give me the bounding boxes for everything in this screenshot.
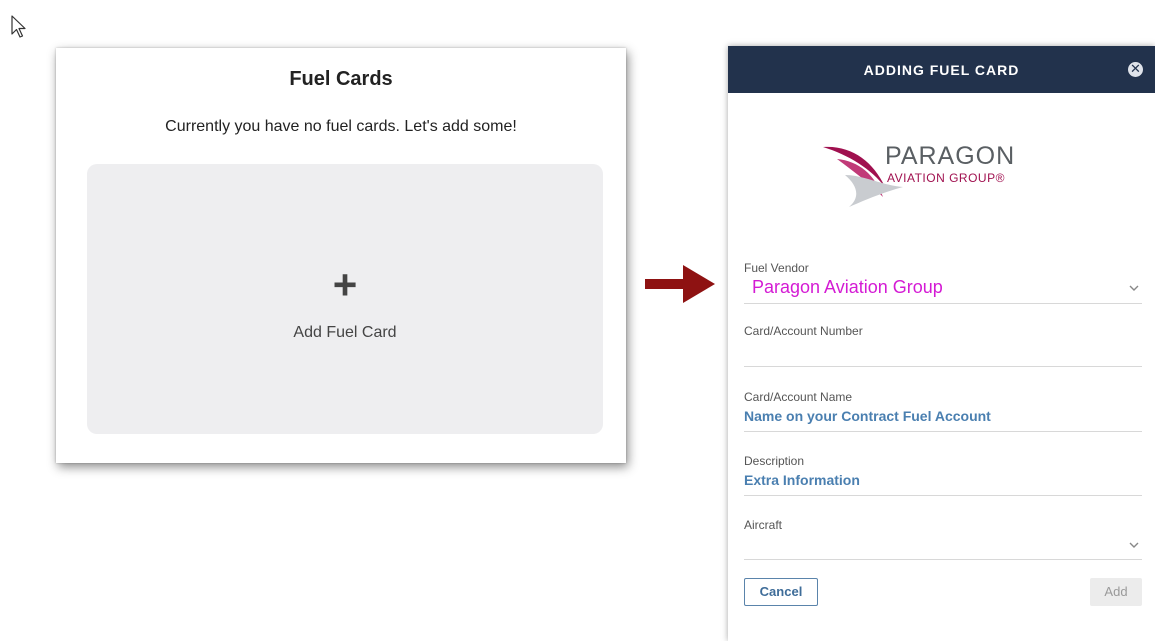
logo-text: PARAGON [885,142,1016,170]
description-field[interactable]: Description Extra Information [744,452,1142,496]
card-name-field[interactable]: Card/Account Name Name on your Contract … [744,388,1142,432]
mouse-cursor-icon [11,15,26,38]
fuel-vendor-select[interactable]: Fuel Vendor Paragon Aviation Group [744,259,1142,304]
right-arrow-icon [645,265,715,303]
plus-icon: + [332,261,358,308]
add-fuel-card-button[interactable]: + Add Fuel Card [87,164,603,434]
fuel-cards-panel: Fuel Cards Currently you have no fuel ca… [56,48,626,463]
empty-state-message: Currently you have no fuel cards. Let's … [165,118,517,135]
aircraft-select[interactable]: Aircraft [744,516,1142,560]
description-value: Extra Information [744,472,860,488]
fuel-cards-title: Fuel Cards [289,68,393,90]
close-icon[interactable]: ✕ [1128,61,1143,77]
card-name-label: Card/Account Name [744,390,853,404]
add-button[interactable]: Add [1090,578,1142,606]
card-number-label: Card/Account Number [744,324,863,338]
card-name-value: Name on your Contract Fuel Account [744,408,991,424]
logo-subtitle: AVIATION GROUP® [887,171,1005,185]
modal-title: ADDING FUEL CARD [863,62,1020,78]
add-fuel-card-modal: ADDING FUEL CARD ✕ PARAGON AVIATION GROU… [728,46,1155,641]
fuel-vendor-label: Fuel Vendor [744,261,809,275]
card-number-field[interactable]: Card/Account Number [744,324,1142,367]
add-fuel-card-label: Add Fuel Card [293,324,397,341]
modal-header: ADDING FUEL CARD ✕ [728,46,1155,93]
description-label: Description [744,454,805,468]
chevron-down-icon [1129,285,1139,291]
chevron-down-icon [1129,542,1139,548]
paragon-logo: PARAGON AVIATION GROUP® [823,141,1038,211]
fuel-vendor-value: Paragon Aviation Group [752,277,943,297]
cancel-button[interactable]: Cancel [744,578,818,606]
aircraft-label: Aircraft [744,518,783,532]
